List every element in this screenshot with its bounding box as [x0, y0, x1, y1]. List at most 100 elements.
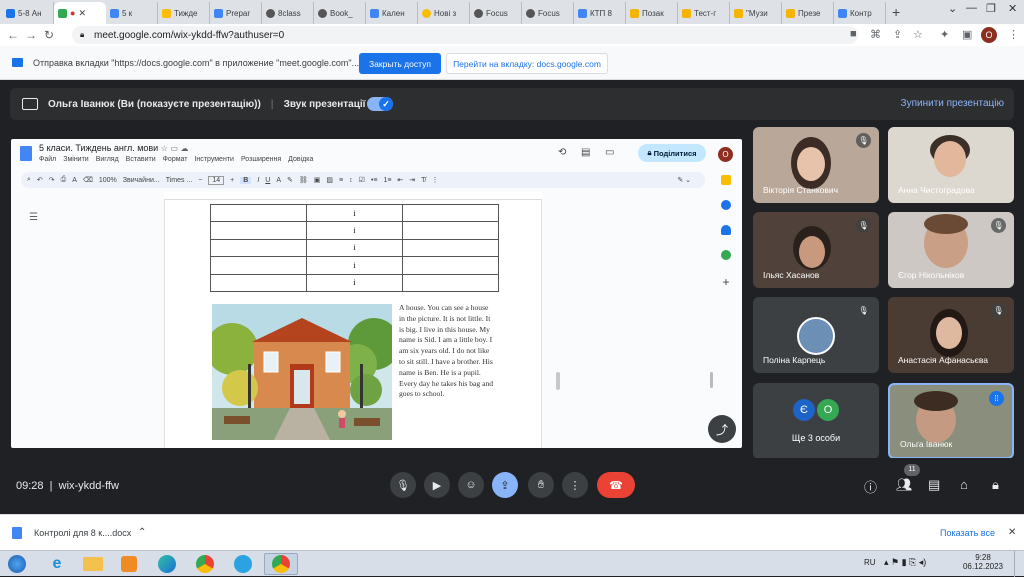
minimize-button[interactable]: —: [966, 2, 977, 14]
url-input[interactable]: 🔒︎ meet.google.com/wix-ykdd-ffw?authuser…: [72, 26, 858, 44]
print-icon[interactable]: ⎙: [61, 176, 67, 184]
browser-tab[interactable]: Prepar: [210, 2, 262, 24]
table-cell[interactable]: [210, 221, 307, 240]
info-icon[interactable]: ⓘ: [864, 477, 877, 496]
history-icon[interactable]: ⟲: [558, 147, 566, 158]
menu-item[interactable]: Вставити: [126, 156, 156, 163]
translate-icon[interactable]: ⌘: [870, 28, 881, 41]
close-icon[interactable]: ✕: [1008, 527, 1016, 538]
reload-icon[interactable]: ↻: [40, 28, 58, 42]
participant-tile[interactable]: 🎙︎ Єгор Нікольніков: [888, 212, 1014, 288]
table-cell[interactable]: [402, 256, 499, 275]
stop-presenting-button[interactable]: Зупинити презентацію: [901, 98, 1004, 109]
browser-tab[interactable]: 5 к: [106, 2, 158, 24]
browser-tab[interactable]: Focus: [470, 2, 522, 24]
doc-scrollbar[interactable]: [556, 372, 560, 390]
participant-tile[interactable]: Анна Чистоградова: [888, 127, 1014, 203]
table-cell[interactable]: i: [306, 203, 403, 223]
font-size-input[interactable]: 14: [208, 175, 225, 185]
paint-format-icon[interactable]: ⌫: [83, 176, 93, 184]
browser-tab[interactable]: Тижде: [158, 2, 210, 24]
browser-tab[interactable]: Контр: [834, 2, 886, 24]
doc-paragraph[interactable]: A house. You can see a house in the pict…: [399, 303, 495, 400]
insert-comment-icon[interactable]: ▣: [314, 176, 321, 184]
stop-sharing-button[interactable]: Закрыть доступ: [359, 53, 441, 74]
back-icon[interactable]: ←: [4, 28, 22, 42]
checklist-icon[interactable]: ☑: [359, 176, 365, 184]
folder-icon[interactable]: ▭: [170, 144, 178, 153]
camera-icon[interactable]: ■: [850, 28, 857, 40]
table-cell[interactable]: [402, 203, 499, 223]
table-cell[interactable]: i: [306, 256, 403, 275]
close-tab-icon[interactable]: ✕: [78, 8, 86, 19]
browser-tab[interactable]: 5-8 Ан: [2, 2, 54, 24]
outdent-icon[interactable]: ⇥: [409, 176, 415, 184]
microphone-button[interactable]: 🎙︎: [390, 472, 416, 498]
menu-item[interactable]: Довідка: [288, 156, 313, 163]
tray-icons[interactable]: ▴ ⚑ ▮ ⎘ ◂): [884, 557, 926, 568]
redo-icon[interactable]: ↷: [49, 176, 55, 184]
browser-tab[interactable]: Тест-г: [678, 2, 730, 24]
font-select[interactable]: Times ...: [166, 177, 193, 184]
editing-mode-icon[interactable]: ✎ ⌄: [677, 176, 691, 184]
telegram-taskbar-icon[interactable]: [226, 553, 260, 575]
chat-icon[interactable]: ▤: [928, 477, 940, 493]
text-color-icon[interactable]: A: [276, 177, 281, 184]
more-options-button[interactable]: ⋮: [562, 472, 588, 498]
menu-item[interactable]: Вигляд: [96, 156, 119, 163]
add-addon-icon[interactable]: +: [721, 275, 731, 289]
table-cell[interactable]: [210, 273, 307, 292]
participant-tile[interactable]: 🎙︎ Вікторія Станкович: [753, 127, 879, 203]
cloud-icon[interactable]: ☁: [181, 144, 189, 153]
more-vert-icon[interactable]: ⋮: [1008, 28, 1019, 41]
table-cell[interactable]: [402, 238, 499, 258]
browser-tab[interactable]: Презе: [782, 2, 834, 24]
host-controls-icon[interactable]: 🔒︎: [992, 477, 999, 493]
participant-tile[interactable]: 🎙︎ Ільяс Хасанов: [753, 212, 879, 288]
table-cell[interactable]: i: [306, 273, 403, 292]
chrome-taskbar-icon[interactable]: [188, 553, 222, 575]
spellcheck-icon[interactable]: A: [72, 177, 77, 184]
table-cell[interactable]: [210, 256, 307, 275]
doc-title[interactable]: 5 класи. Тиждень англ. мови ☆ ▭ ☁: [39, 143, 189, 153]
bullet-list-icon[interactable]: •≡: [371, 177, 378, 184]
reactions-button[interactable]: ☺: [458, 472, 484, 498]
people-icon[interactable]: 👥︎: [896, 477, 913, 493]
sidepanel-icon[interactable]: ▣: [962, 28, 972, 41]
browser-tab[interactable]: 8class: [262, 2, 314, 24]
show-desktop-button[interactable]: [1014, 551, 1024, 577]
outline-icon[interactable]: ☰: [29, 212, 38, 223]
bold-icon[interactable]: B: [240, 176, 252, 184]
chrome-active-taskbar-icon[interactable]: [264, 553, 298, 575]
start-button[interactable]: [4, 553, 30, 575]
present-button[interactable]: ⇪: [492, 472, 518, 498]
browser-tab[interactable]: "Музи: [730, 2, 782, 24]
browser-tab[interactable]: КТП 8: [574, 2, 626, 24]
maximize-button[interactable]: ❐: [986, 2, 996, 15]
avatar[interactable]: O: [718, 147, 733, 162]
more-icon[interactable]: ⋮: [431, 176, 438, 184]
keep-icon[interactable]: [721, 175, 731, 185]
browser-tab[interactable]: Позак: [626, 2, 678, 24]
maps-icon[interactable]: [721, 250, 731, 260]
zoom-select[interactable]: 100%: [99, 177, 117, 184]
table-cell[interactable]: [210, 203, 307, 223]
table-cell[interactable]: [402, 221, 499, 240]
sound-toggle[interactable]: [367, 97, 393, 111]
highlight-icon[interactable]: ✎: [287, 176, 293, 184]
style-select[interactable]: Звичайни...: [123, 177, 160, 184]
self-tile[interactable]: ⁞⁞ Ольга Іванюк: [888, 383, 1014, 459]
star-icon[interactable]: ☆: [161, 144, 168, 153]
indent-icon[interactable]: ⇤: [397, 176, 403, 184]
forward-icon[interactable]: →: [22, 28, 40, 42]
undo-icon[interactable]: ↶: [37, 176, 43, 184]
share-floating-button[interactable]: ⤴: [708, 415, 736, 443]
download-file-name[interactable]: Контролі для 8 к....docx: [34, 528, 131, 538]
close-window-button[interactable]: ✕: [1008, 2, 1017, 15]
menu-item[interactable]: Змінити: [63, 156, 89, 163]
table-cell[interactable]: [210, 238, 307, 258]
menu-item[interactable]: Формат: [163, 156, 188, 163]
align-icon[interactable]: ≡: [339, 177, 343, 184]
contacts-icon[interactable]: [721, 225, 731, 235]
browser-tab[interactable]: Нові з: [418, 2, 470, 24]
